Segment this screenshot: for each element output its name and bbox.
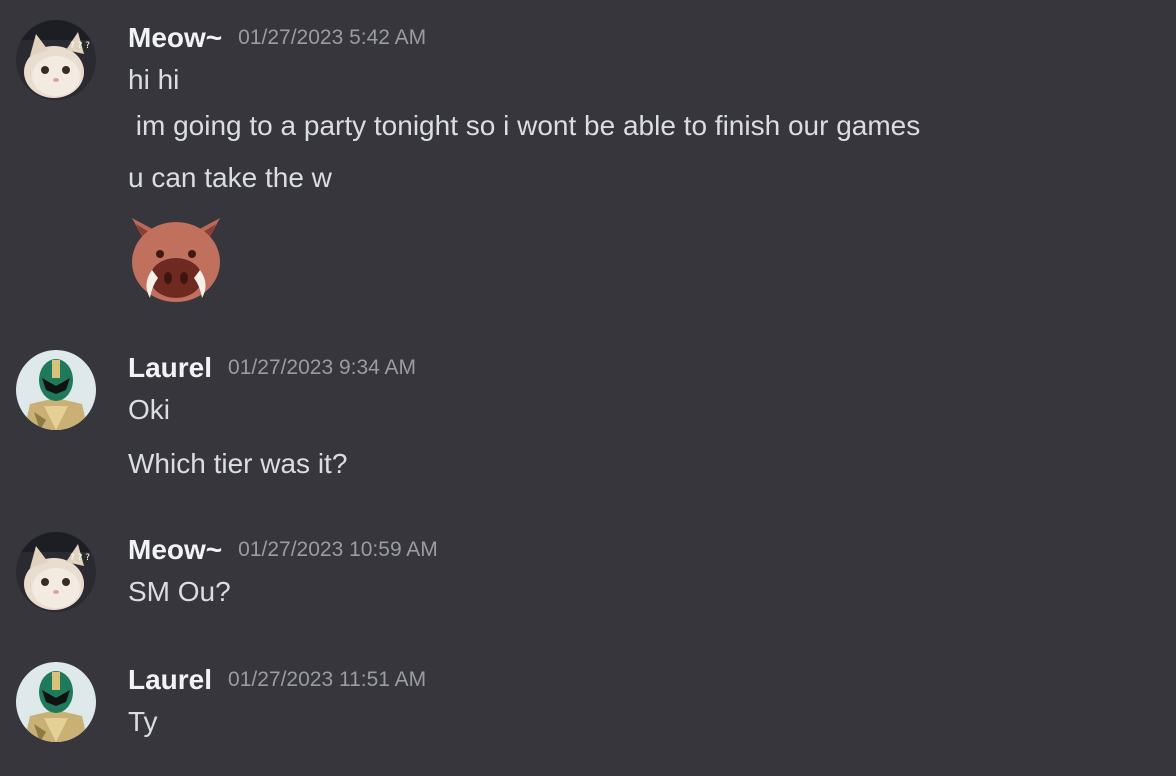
message-header: Laurel 01/27/2023 9:34 AM [128, 350, 416, 386]
message-text: Ty [128, 706, 158, 737]
timestamp: 01/27/2023 11:51 AM [228, 668, 427, 691]
message-header: Meow~ 01/27/2023 10:59 AM [128, 532, 438, 568]
message-text: u can take the w [128, 162, 332, 193]
avatar-laurel[interactable] [16, 350, 96, 430]
timestamp: 01/27/2023 9:34 AM [228, 356, 417, 379]
message-group: ? ? ? Meow~ 01/27/2023 5:42 AM hi hi im … [0, 20, 1176, 320]
message-group: Laurel 01/27/2023 9:34 AM Oki Which tier… [0, 350, 1176, 480]
message-header: Meow~ 01/27/2023 5:42 AM [128, 20, 426, 56]
avatar-meow[interactable]: ? ? ? [16, 532, 96, 612]
username[interactable]: Meow~ [128, 22, 222, 54]
cat-avatar-icon: ? ? ? [16, 532, 96, 612]
message-text: SM Ou? [128, 576, 231, 607]
boar-emoji-icon [132, 218, 220, 302]
timestamp: 01/27/2023 10:59 AM [238, 538, 438, 561]
message-group: Laurel 01/27/2023 11:51 AM Ty [0, 662, 1176, 744]
green-ranger-avatar-icon [16, 350, 96, 430]
chat-message-list: ? ? ? Meow~ 01/27/2023 5:42 AM hi hi im … [0, 0, 1176, 776]
avatar-meow[interactable]: ? ? ? [16, 20, 96, 100]
username[interactable]: Laurel [128, 352, 212, 384]
message-text: hi hi [128, 64, 180, 95]
timestamp: 01/27/2023 5:42 AM [238, 26, 427, 49]
username[interactable]: Laurel [128, 664, 212, 696]
green-ranger-avatar-icon [16, 662, 96, 742]
svg-text:? ? ?: ? ? ? [70, 41, 90, 51]
message-text: im going to a party tonight so i wont be… [128, 110, 921, 141]
message-group: ? ? ? Meow~ 01/27/2023 10:59 AM SM Ou? [0, 532, 1176, 614]
avatar-laurel[interactable] [16, 662, 96, 742]
username[interactable]: Meow~ [128, 534, 222, 566]
message-text: Which tier was it? [128, 448, 348, 479]
svg-text:? ? ?: ? ? ? [70, 553, 90, 563]
cat-avatar-icon: ? ? ? [16, 20, 96, 100]
message-header: Laurel 01/27/2023 11:51 AM [128, 662, 426, 698]
message-text: Oki [128, 394, 170, 425]
